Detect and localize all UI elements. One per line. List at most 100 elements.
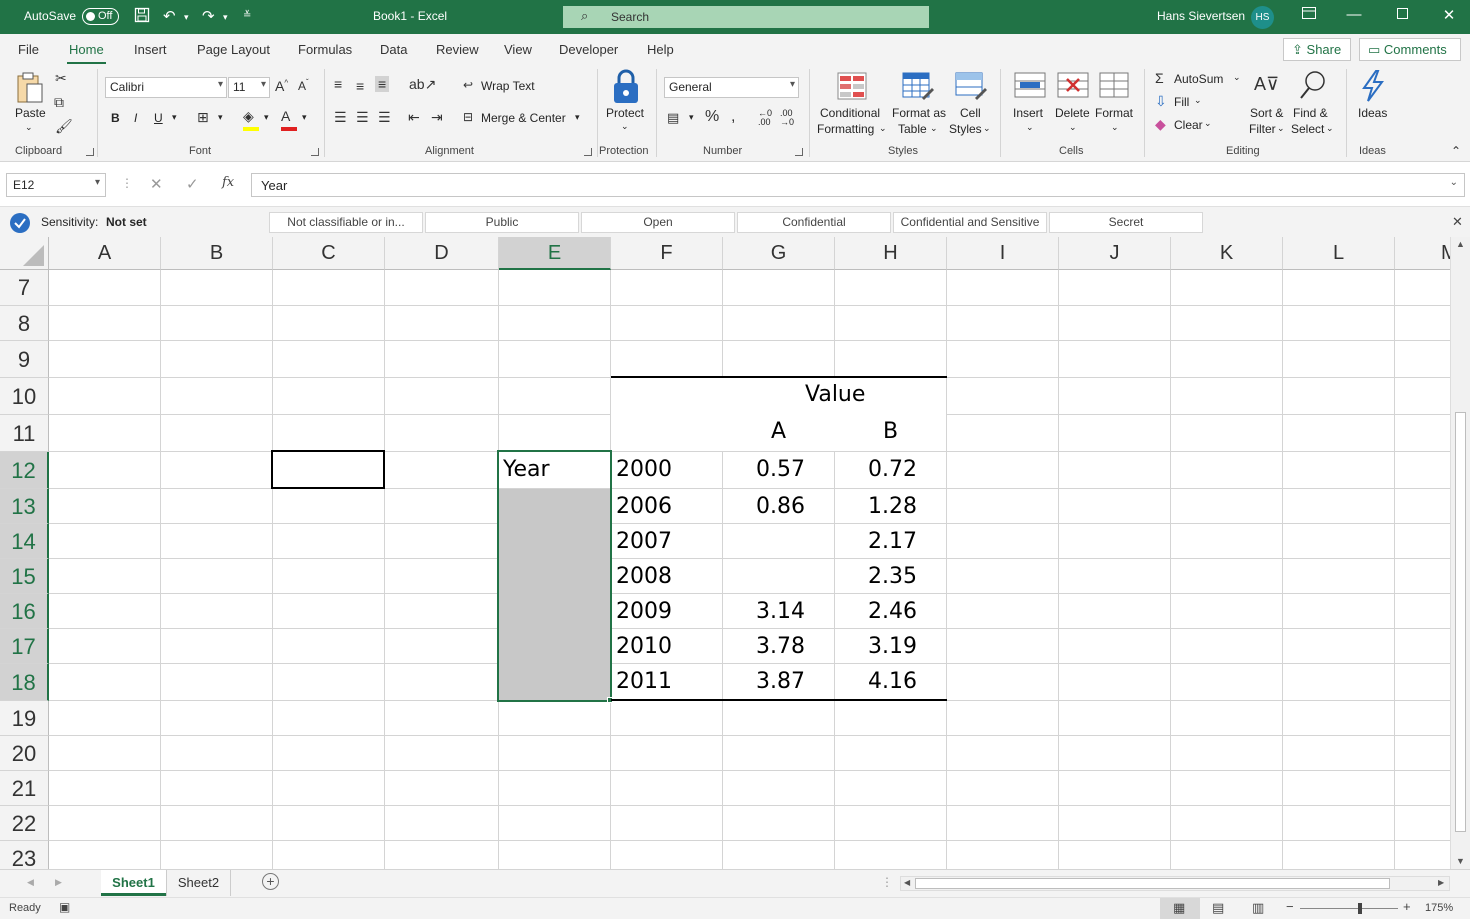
column-header-a[interactable]: A <box>49 237 161 270</box>
align-right-icon[interactable]: ☰ <box>378 109 391 126</box>
scroll-left-icon[interactable]: ◀ <box>904 878 910 887</box>
bold-button[interactable]: B <box>111 111 120 125</box>
insert-function-icon[interactable]: fx <box>222 175 234 190</box>
paste-button[interactable]: Paste ⌄ <box>12 70 48 132</box>
horizontal-scroll-thumb[interactable] <box>915 878 1390 889</box>
horizontal-scrollbar[interactable]: ◀ ▶ <box>900 876 1450 891</box>
number-format-select[interactable]: General ▾ <box>664 77 799 98</box>
row-header-22[interactable]: 22 <box>0 806 49 841</box>
drag-handle-icon[interactable]: ⋮ <box>121 176 133 190</box>
sheet-tab-sheet1[interactable]: Sheet1 <box>101 870 166 896</box>
sensitivity-option-public[interactable]: Public <box>425 212 579 233</box>
enter-icon[interactable]: ✓ <box>186 175 199 193</box>
fill-button[interactable]: ⇩ Fill ⌄ <box>1155 93 1215 111</box>
align-center-icon[interactable]: ☰ <box>356 109 369 126</box>
vertical-scrollbar[interactable]: ▲ ▼ <box>1450 237 1470 869</box>
borders-icon[interactable]: ⊞ <box>197 109 209 126</box>
comma-style-icon[interactable]: , <box>731 108 735 126</box>
selection-range[interactable] <box>497 450 612 702</box>
normal-view-button[interactable]: ▦ <box>1160 898 1200 919</box>
user-name[interactable]: Hans Sievertsen <box>1157 9 1245 23</box>
autosave-toggle[interactable]: Off <box>82 8 119 25</box>
comments-button[interactable]: ▭ Comments <box>1359 38 1461 61</box>
underline-button[interactable]: U <box>154 111 163 125</box>
sensitivity-option-not-classifiable[interactable]: Not classifiable or in... <box>269 212 423 233</box>
redo-dropdown-icon[interactable]: ▾ <box>223 12 228 23</box>
row-header-7[interactable]: 7 <box>0 270 49 306</box>
column-header-j[interactable]: J <box>1059 237 1171 270</box>
close-icon[interactable]: ✕ <box>1437 6 1461 28</box>
format-as-table-button[interactable]: Format as Table ⌄ <box>890 70 946 140</box>
font-color-dropdown-icon[interactable]: ▾ <box>302 112 307 123</box>
decrease-indent-icon[interactable]: ⇤ <box>408 109 420 126</box>
row-header-23[interactable]: 23 <box>0 841 49 869</box>
column-header-c[interactable]: C <box>273 237 385 270</box>
tab-review[interactable]: Review <box>436 42 479 57</box>
scroll-up-icon[interactable]: ▲ <box>1456 239 1465 249</box>
format-cells-button[interactable]: Format ⌄ <box>1095 70 1137 140</box>
font-size-select[interactable]: 11 ▾ <box>228 77 270 98</box>
increase-indent-icon[interactable]: ⇥ <box>431 109 443 126</box>
sensitivity-option-secret[interactable]: Secret <box>1049 212 1203 233</box>
search-box[interactable]: ⌕ Search <box>563 6 929 28</box>
wrap-text-button[interactable]: ↩ Wrap Text <box>463 78 543 93</box>
cancel-icon[interactable]: ✕ <box>150 175 163 193</box>
undo-dropdown-icon[interactable]: ▾ <box>184 12 189 23</box>
row-header-11[interactable]: 11 <box>0 415 49 452</box>
sort-filter-button[interactable]: A⊽ Sort & Filter ⌄ <box>1248 70 1288 140</box>
cell-styles-button[interactable]: Cell Styles ⌄ <box>947 70 993 140</box>
copy-icon[interactable]: ⧉ <box>54 94 64 111</box>
orientation-icon[interactable]: ab↗ <box>409 76 436 93</box>
cut-icon[interactable]: ✂ <box>55 70 67 87</box>
align-top-icon[interactable]: ≡ <box>334 76 342 92</box>
font-color-button[interactable]: A <box>281 108 297 131</box>
maximize-icon[interactable] <box>1390 6 1414 28</box>
font-launcher-icon[interactable] <box>311 148 319 156</box>
ideas-button[interactable]: Ideas <box>1354 70 1394 140</box>
row-header-16[interactable]: 16 <box>0 594 49 629</box>
merge-center-button[interactable]: ⊟ Merge & Center ▾ <box>463 110 593 125</box>
share-button[interactable]: ⇪ Share <box>1283 38 1351 61</box>
row-header-18[interactable]: 18 <box>0 664 49 701</box>
font-name-select[interactable]: Calibri ▾ <box>105 77 227 98</box>
scroll-right-icon[interactable]: ▶ <box>1438 878 1444 887</box>
row-header-10[interactable]: 10 <box>0 378 49 415</box>
format-painter-icon[interactable]: 🖌 <box>55 118 73 135</box>
number-launcher-icon[interactable] <box>795 148 803 156</box>
borders-dropdown-icon[interactable]: ▾ <box>218 112 223 123</box>
increase-font-icon[interactable]: A^ <box>275 78 288 94</box>
close-sensitivity-icon[interactable]: ✕ <box>1452 214 1463 230</box>
tab-data[interactable]: Data <box>380 42 407 57</box>
zoom-out-icon[interactable]: − <box>1286 899 1294 914</box>
vertical-scroll-thumb[interactable] <box>1455 412 1466 832</box>
fill-dropdown-icon[interactable]: ▾ <box>264 112 269 123</box>
select-all-corner[interactable] <box>0 237 49 270</box>
sensitivity-option-open[interactable]: Open <box>581 212 735 233</box>
formula-input[interactable]: Year ⌄ <box>251 173 1465 197</box>
column-header-d[interactable]: D <box>385 237 499 270</box>
redo-icon[interactable]: ↷ <box>202 7 215 25</box>
tab-insert[interactable]: Insert <box>134 42 167 57</box>
row-header-19[interactable]: 19 <box>0 701 49 736</box>
column-header-g[interactable]: G <box>723 237 835 270</box>
avatar[interactable]: HS <box>1251 6 1274 29</box>
page-break-view-icon[interactable]: ▥ <box>1252 900 1264 916</box>
delete-cells-button[interactable]: Delete ⌄ <box>1053 70 1093 140</box>
sensitivity-option-confidential[interactable]: Confidential <box>737 212 891 233</box>
tab-file[interactable]: File <box>18 42 39 57</box>
row-header-21[interactable]: 21 <box>0 771 49 806</box>
row-header-20[interactable]: 20 <box>0 736 49 771</box>
sensitivity-option-confidential-sensitive[interactable]: Confidential and Sensitive <box>893 212 1047 233</box>
accessibility-icon[interactable]: ▣ <box>59 900 70 914</box>
zoom-slider-thumb[interactable] <box>1358 903 1362 914</box>
row-header-9[interactable]: 9 <box>0 341 49 378</box>
accounting-format-icon[interactable]: ▤ <box>667 110 679 126</box>
column-header-h[interactable]: H <box>835 237 947 270</box>
tab-home[interactable]: Home <box>67 42 106 65</box>
conditional-formatting-button[interactable]: Conditional Formatting ⌄ <box>815 70 887 140</box>
align-middle-icon[interactable]: ≡ <box>356 78 364 94</box>
clear-button[interactable]: ◆ Clear ⌄ <box>1155 116 1225 134</box>
row-header-13[interactable]: 13 <box>0 489 49 524</box>
increase-decimal-icon[interactable]: ←0.00 <box>758 109 772 127</box>
tab-splitter-icon[interactable]: ⋮ <box>881 875 893 889</box>
